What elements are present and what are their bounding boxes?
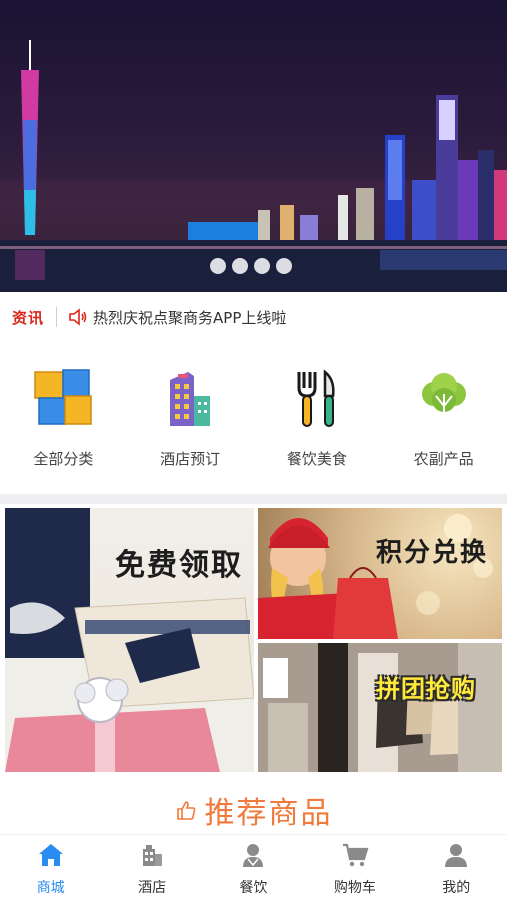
tab-label: 购物车 [333, 880, 376, 896]
tab-dining[interactable]: 餐饮 [203, 835, 304, 901]
category-all[interactable]: 全部分类 [0, 360, 127, 480]
tab-cart[interactable]: 购物车 [304, 835, 405, 901]
category-dining[interactable]: 餐饮美食 [254, 360, 381, 480]
carousel-dot[interactable] [210, 258, 226, 274]
carousel-dot[interactable] [276, 258, 292, 274]
home-icon [38, 844, 63, 866]
tab-label: 商城 [36, 880, 65, 896]
tab-label: 我的 [442, 880, 471, 896]
category-label: 农副产品 [413, 450, 474, 468]
carousel-dot[interactable] [232, 258, 248, 274]
category-label: 全部分类 [33, 450, 94, 468]
news-tag: 资讯 [12, 308, 45, 327]
blocks-icon [34, 369, 93, 425]
tab-profile[interactable]: 我的 [406, 835, 507, 901]
carousel-indicators [210, 258, 292, 274]
promo-title: 免费领取 [115, 548, 243, 583]
section-divider [0, 494, 507, 504]
category-grid: 全部分类 酒店预订 餐饮美食 农副产品 [0, 360, 507, 480]
category-farm-products[interactable]: 农副产品 [380, 360, 507, 480]
bottom-tab-bar: 商城 酒店 餐饮 购物车 我的 [0, 834, 507, 901]
category-label: 酒店预订 [160, 450, 221, 468]
speaker-icon [69, 308, 87, 326]
tab-mall[interactable]: 商城 [0, 835, 101, 901]
news-divider [56, 307, 58, 327]
dining-icon [243, 844, 264, 867]
promo-points-exchange[interactable]: 积分兑换 [258, 508, 502, 639]
recommend-title: 推荐商品 [204, 796, 333, 831]
news-ticker[interactable]: 资讯 热烈庆祝点聚商务APP上线啦 [0, 295, 507, 339]
promo-title: 积分兑换 [376, 538, 489, 568]
promo-group-buy[interactable]: 拼团抢购 [258, 643, 502, 772]
promo-grid: 免费领取 积分兑换 拼团抢购 [5, 508, 502, 774]
vegetable-icon [421, 373, 466, 412]
fork-knife-icon [297, 369, 335, 427]
cart-icon [342, 843, 369, 867]
thumbs-up-icon [176, 801, 195, 820]
carousel-dot[interactable] [254, 258, 270, 274]
category-label: 餐饮美食 [286, 450, 347, 468]
category-hotel[interactable]: 酒店预订 [127, 360, 254, 480]
city-night-illustration [0, 40, 507, 292]
hero-banner[interactable] [0, 0, 507, 292]
tab-label: 酒店 [138, 880, 167, 896]
hotel-building-icon [170, 372, 211, 426]
recommend-header: 推荐商品 [0, 788, 507, 832]
tab-label: 餐饮 [239, 880, 268, 896]
profile-icon [445, 844, 468, 867]
hotel-icon [143, 845, 163, 866]
promo-free-gift[interactable]: 免费领取 [5, 508, 254, 772]
shopper-illustration [258, 514, 493, 639]
store-bags-illustration [258, 643, 502, 772]
tab-hotel[interactable]: 酒店 [101, 835, 202, 901]
news-text: 热烈庆祝点聚商务APP上线啦 [93, 308, 287, 327]
promo-title: 拼团抢购 [376, 674, 476, 703]
